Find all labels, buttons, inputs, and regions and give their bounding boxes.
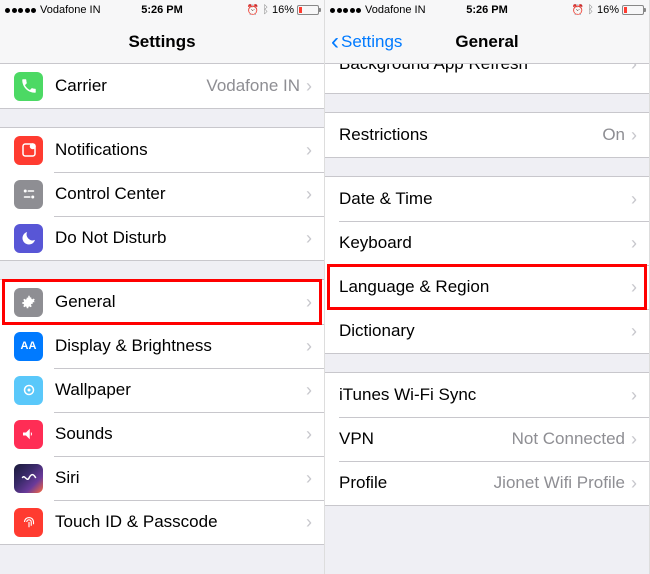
- status-time: 5:26 PM: [325, 4, 649, 16]
- cell-language-region[interactable]: Language & Region ›: [325, 265, 649, 309]
- chevron-right-icon: ›: [306, 140, 312, 161]
- battery-icon: [622, 5, 644, 15]
- cell-restrictions[interactable]: Restrictions On ›: [325, 113, 649, 157]
- status-time: 5:26 PM: [0, 4, 324, 16]
- cell-notifications[interactable]: Notifications ›: [0, 128, 324, 172]
- wallpaper-icon: [14, 376, 43, 405]
- cell-label: Sounds: [55, 424, 306, 444]
- moon-icon: [14, 224, 43, 253]
- cell-label: Date & Time: [339, 189, 631, 209]
- cell-vpn[interactable]: VPN Not Connected ›: [325, 417, 649, 461]
- general-group-sync: iTunes Wi-Fi Sync › VPN Not Connected › …: [325, 372, 649, 506]
- chevron-right-icon: ›: [306, 380, 312, 401]
- cell-sounds[interactable]: Sounds ›: [0, 412, 324, 456]
- cell-control-center[interactable]: Control Center ›: [0, 172, 324, 216]
- notifications-icon: [14, 136, 43, 165]
- chevron-right-icon: ›: [306, 468, 312, 489]
- chevron-right-icon: ›: [631, 321, 637, 342]
- nav-back-button[interactable]: ‹ Settings: [331, 30, 402, 54]
- cell-label: Control Center: [55, 184, 306, 204]
- cell-general[interactable]: General ›: [0, 280, 324, 324]
- screen-settings: Vodafone IN 5:26 PM ⏰ ᛒ 16% Settings Car…: [0, 0, 325, 574]
- cell-label: Language & Region: [339, 277, 631, 297]
- cell-label: General: [55, 292, 306, 312]
- chevron-right-icon: ›: [631, 473, 637, 494]
- settings-group-carrier: Carrier Vodafone IN ›: [0, 64, 324, 109]
- cell-label: Siri: [55, 468, 306, 488]
- phone-icon: [14, 72, 43, 101]
- cell-label: Notifications: [55, 140, 306, 160]
- chevron-right-icon: ›: [631, 233, 637, 254]
- screen-general: Vodafone IN 5:26 PM ⏰ ᛒ 16% ‹ Settings G…: [325, 0, 650, 574]
- nav-title: General: [455, 32, 518, 52]
- cell-label: Profile: [339, 473, 494, 493]
- nav-title: Settings: [128, 32, 195, 52]
- cell-siri[interactable]: Siri ›: [0, 456, 324, 500]
- cell-do-not-disturb[interactable]: Do Not Disturb ›: [0, 216, 324, 260]
- chevron-right-icon: ›: [631, 429, 637, 450]
- cell-carrier[interactable]: Carrier Vodafone IN ›: [0, 64, 324, 108]
- siri-icon: [14, 464, 43, 493]
- chevron-right-icon: ›: [306, 292, 312, 313]
- chevron-right-icon: ›: [306, 76, 312, 97]
- chevron-right-icon: ›: [306, 336, 312, 357]
- cell-label: iTunes Wi-Fi Sync: [339, 385, 631, 405]
- cell-label: Display & Brightness: [55, 336, 306, 356]
- general-group-datetime: Date & Time › Keyboard › Language & Regi…: [325, 176, 649, 354]
- gear-icon: [14, 288, 43, 317]
- chevron-right-icon: ›: [306, 424, 312, 445]
- cell-label: Do Not Disturb: [55, 228, 306, 248]
- cell-value: On: [602, 125, 625, 145]
- battery-icon: [297, 5, 319, 15]
- cell-wallpaper[interactable]: Wallpaper ›: [0, 368, 324, 412]
- cell-dictionary[interactable]: Dictionary ›: [325, 309, 649, 353]
- cell-keyboard[interactable]: Keyboard ›: [325, 221, 649, 265]
- cell-value: Vodafone IN: [206, 76, 300, 96]
- cell-label: Dictionary: [339, 321, 631, 341]
- cell-label: Touch ID & Passcode: [55, 512, 306, 532]
- settings-group-general: General › AA Display & Brightness › Wall…: [0, 279, 324, 545]
- nav-back-label: Settings: [341, 32, 402, 52]
- sounds-icon: [14, 420, 43, 449]
- cell-touchid-passcode[interactable]: Touch ID & Passcode ›: [0, 500, 324, 544]
- chevron-right-icon: ›: [631, 385, 637, 406]
- status-bar: Vodafone IN 5:26 PM ⏰ ᛒ 16%: [0, 0, 324, 20]
- chevron-right-icon: ›: [306, 228, 312, 249]
- chevron-right-icon: ›: [631, 277, 637, 298]
- cell-label: Carrier: [55, 76, 206, 96]
- cell-label: Keyboard: [339, 233, 631, 253]
- cell-display-brightness[interactable]: AA Display & Brightness ›: [0, 324, 324, 368]
- cell-value: Jionet Wifi Profile: [494, 473, 625, 493]
- nav-bar: Settings: [0, 20, 324, 64]
- cell-label: VPN: [339, 429, 512, 449]
- general-group-restrictions: Restrictions On ›: [325, 112, 649, 158]
- status-bar: Vodafone IN 5:26 PM ⏰ ᛒ 16%: [325, 0, 649, 20]
- fingerprint-icon: [14, 508, 43, 537]
- cell-label: Restrictions: [339, 125, 602, 145]
- chevron-right-icon: ›: [631, 125, 637, 146]
- chevron-left-icon: ‹: [331, 30, 339, 54]
- nav-bar: ‹ Settings General: [325, 20, 649, 64]
- chevron-right-icon: ›: [306, 512, 312, 533]
- control-center-icon: [14, 180, 43, 209]
- settings-group-notifications: Notifications › Control Center › Do Not …: [0, 127, 324, 261]
- display-icon: AA: [14, 332, 43, 361]
- cell-value: Not Connected: [512, 429, 625, 449]
- cell-background-app-refresh[interactable]: Background App Refresh ›: [325, 64, 649, 94]
- chevron-right-icon: ›: [631, 189, 637, 210]
- cell-label: Wallpaper: [55, 380, 306, 400]
- cell-profile[interactable]: Profile Jionet Wifi Profile ›: [325, 461, 649, 505]
- cell-date-time[interactable]: Date & Time ›: [325, 177, 649, 221]
- chevron-right-icon: ›: [306, 184, 312, 205]
- cell-itunes-wifi-sync[interactable]: iTunes Wi-Fi Sync ›: [325, 373, 649, 417]
